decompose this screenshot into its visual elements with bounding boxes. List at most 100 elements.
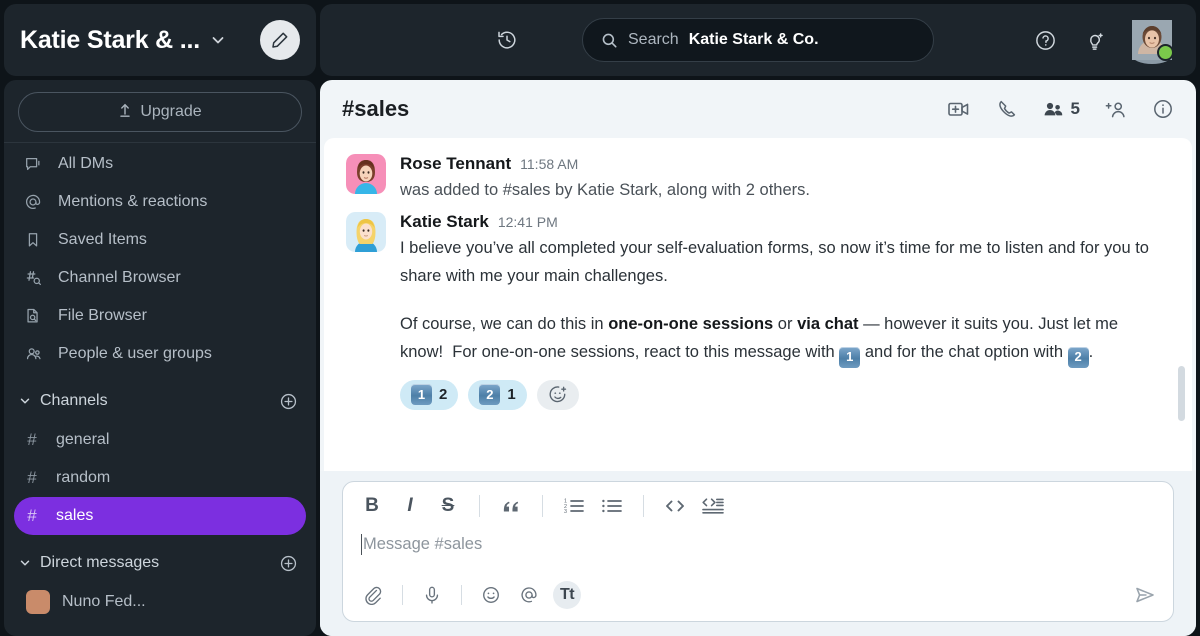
bold-text: one-on-one sessions bbox=[608, 315, 774, 333]
members-count: 5 bbox=[1070, 99, 1080, 118]
chevron-down-icon bbox=[18, 394, 32, 408]
history-clock-icon[interactable] bbox=[496, 29, 518, 51]
message-timestamp: 12:41 PM bbox=[497, 214, 558, 230]
sidebar-item-label: Mentions & reactions bbox=[58, 193, 208, 210]
search-input[interactable]: Search Katie Stark & Co. bbox=[582, 18, 934, 62]
reaction-pill[interactable]: 2 1 bbox=[468, 379, 527, 410]
direct-messages-section-header[interactable]: Direct messages bbox=[4, 543, 316, 583]
workspace-title: Katie Stark & ... bbox=[20, 25, 200, 54]
message-scrollbar[interactable] bbox=[1178, 366, 1185, 421]
people-icon bbox=[1042, 99, 1065, 119]
all-dms-icon bbox=[22, 155, 44, 173]
hash-icon: # bbox=[27, 506, 37, 525]
sidebar-channel-general[interactable]: # general bbox=[14, 421, 306, 459]
ordered-list-button[interactable]: 123 bbox=[561, 493, 587, 519]
composer-area: B I S 123 Message #sales Tt bbox=[320, 471, 1196, 636]
sidebar-channel-sales[interactable]: # sales bbox=[14, 497, 306, 535]
dm-label: Nuno Fed... bbox=[62, 593, 146, 610]
inline-code-button[interactable] bbox=[662, 493, 688, 519]
sidebar-item-label: Saved Items bbox=[58, 231, 147, 248]
channels-section-header[interactable]: Channels bbox=[4, 381, 316, 421]
help-circle-icon[interactable] bbox=[1034, 29, 1057, 52]
italic-button[interactable]: I bbox=[397, 493, 423, 519]
sidebar-channel-random[interactable]: # random bbox=[14, 459, 306, 497]
composer-actions: Tt bbox=[343, 573, 1173, 621]
sidebar-item-saved-items[interactable]: Saved Items bbox=[4, 221, 316, 259]
avatar[interactable] bbox=[346, 212, 386, 252]
bulleted-list-button[interactable] bbox=[599, 493, 625, 519]
strikethrough-button[interactable]: S bbox=[435, 493, 461, 519]
attach-file-button[interactable] bbox=[359, 581, 387, 609]
avatar[interactable] bbox=[346, 154, 386, 194]
chevron-down-icon[interactable] bbox=[210, 32, 226, 48]
formatting-toolbar: B I S 123 bbox=[343, 482, 1173, 528]
formatting-button[interactable]: Tt bbox=[553, 581, 581, 609]
reaction-pill[interactable]: 1 2 bbox=[400, 379, 459, 410]
keycap-emoji: 2 bbox=[479, 384, 501, 405]
sidebar-item-people-user-groups[interactable]: People & user groups bbox=[4, 335, 316, 373]
toolbar-divider bbox=[542, 495, 543, 517]
info-circle-icon[interactable] bbox=[1152, 98, 1174, 120]
send-plane-icon[interactable] bbox=[1133, 584, 1157, 606]
sidebar-item-file-browser[interactable]: File Browser bbox=[4, 297, 316, 335]
svg-text:3: 3 bbox=[564, 509, 567, 515]
upgrade-label: Upgrade bbox=[140, 103, 202, 120]
direct-messages-section-label: Direct messages bbox=[40, 554, 160, 571]
message-author[interactable]: Rose Tennant bbox=[400, 154, 511, 174]
upgrade-button[interactable]: Upgrade bbox=[18, 92, 302, 132]
channel-title[interactable]: #sales bbox=[342, 96, 409, 122]
message-header: Katie Stark 12:41 PM bbox=[400, 212, 1166, 232]
members-count-button[interactable]: 5 bbox=[1042, 99, 1080, 119]
message-body: Rose Tennant 11:58 AM was added to #sale… bbox=[400, 154, 1166, 204]
reaction-count: 2 bbox=[439, 386, 448, 403]
avatar[interactable] bbox=[1132, 20, 1174, 64]
bold-text: via chat bbox=[797, 315, 859, 333]
keycap-emoji: 1 bbox=[839, 346, 861, 368]
message-text: Of course, we can do this in one-on-one … bbox=[400, 310, 1166, 368]
reaction-list: 1 2 2 1 bbox=[400, 379, 1166, 410]
sidebar-body: Upgrade All DMs Mentions & reactions Sav… bbox=[4, 80, 316, 636]
main-column: Search Katie Stark & Co. #sales 5 Rose T… bbox=[320, 0, 1200, 636]
workspace-header[interactable]: Katie Stark & ... bbox=[4, 4, 316, 76]
hash-icon: # bbox=[27, 430, 37, 449]
toolbar-divider bbox=[643, 495, 644, 517]
compose-message-button[interactable] bbox=[260, 20, 300, 60]
message-text: was added to #sales by Katie Stark, alon… bbox=[400, 181, 810, 199]
record-audio-button[interactable] bbox=[418, 581, 446, 609]
sidebar-item-mentions-reactions[interactable]: Mentions & reactions bbox=[4, 183, 316, 221]
plus-circle-icon[interactable] bbox=[279, 392, 298, 411]
sidebar: Katie Stark & ... Upgrade All DMs Mentio… bbox=[0, 0, 320, 636]
mention-button[interactable] bbox=[515, 581, 543, 609]
channel-label: general bbox=[56, 431, 110, 448]
sidebar-item-label: People & user groups bbox=[58, 345, 212, 362]
toolbar-divider bbox=[479, 495, 480, 517]
message-body: Katie Stark 12:41 PM I believe you’ve al… bbox=[400, 212, 1166, 410]
top-bar: Search Katie Stark & Co. bbox=[320, 4, 1196, 76]
message-item: Katie Stark 12:41 PM I believe you’ve al… bbox=[324, 206, 1192, 412]
message-author[interactable]: Katie Stark bbox=[400, 212, 489, 232]
message-input-placeholder: Message #sales bbox=[363, 535, 483, 553]
bold-button[interactable]: B bbox=[359, 493, 385, 519]
slack-app-window: Katie Stark & ... Upgrade All DMs Mentio… bbox=[0, 0, 1200, 636]
person-plus-icon[interactable] bbox=[1104, 99, 1128, 120]
sidebar-item-channel-browser[interactable]: Channel Browser bbox=[4, 259, 316, 297]
sidebar-item-all-dms[interactable]: All DMs bbox=[4, 145, 316, 183]
sidebar-item-label: All DMs bbox=[58, 155, 114, 172]
add-reaction-icon[interactable] bbox=[536, 379, 579, 410]
text-cursor bbox=[361, 534, 362, 555]
code-block-button[interactable] bbox=[700, 493, 726, 519]
plus-circle-icon[interactable] bbox=[279, 554, 298, 573]
message-input[interactable]: Message #sales bbox=[343, 528, 1173, 573]
people-icon bbox=[22, 345, 44, 363]
message-header: Rose Tennant 11:58 AM bbox=[400, 154, 1166, 174]
lightbulb-sparkle-icon[interactable] bbox=[1083, 29, 1106, 52]
sidebar-dm-item[interactable]: Nuno Fed... bbox=[14, 583, 306, 621]
video-plus-icon[interactable] bbox=[946, 98, 972, 120]
message-composer: B I S 123 Message #sales Tt bbox=[342, 481, 1174, 622]
message-item: Rose Tennant 11:58 AM was added to #sale… bbox=[324, 148, 1192, 206]
chevron-down-icon bbox=[18, 556, 32, 570]
emoji-button[interactable] bbox=[477, 581, 505, 609]
blockquote-button[interactable] bbox=[498, 493, 524, 519]
keycap-emoji: 1 bbox=[411, 384, 432, 405]
phone-icon[interactable] bbox=[996, 98, 1018, 120]
